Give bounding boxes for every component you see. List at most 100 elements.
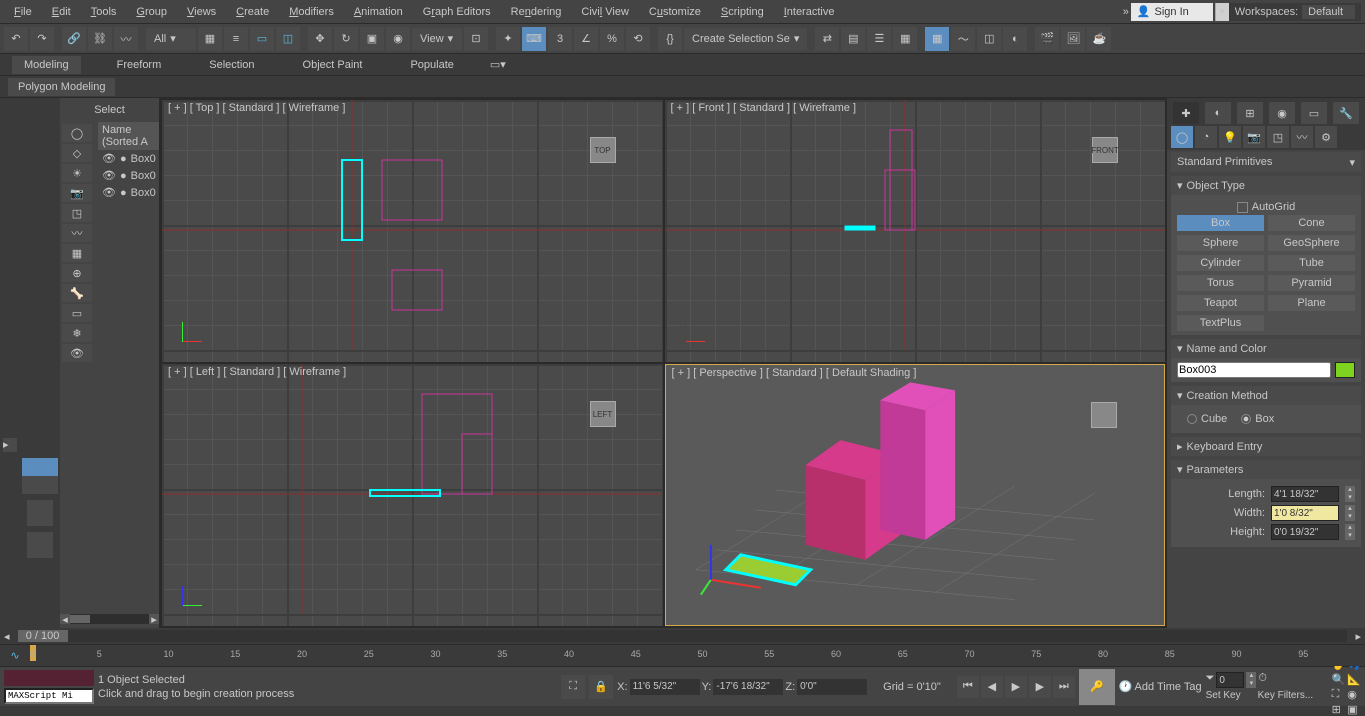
scroll-right-icon[interactable]: ▸ [149, 614, 159, 624]
viewport-swatch-1[interactable] [27, 500, 53, 526]
lock-button[interactable]: 🔒 [589, 675, 613, 699]
display-shapes-icon[interactable]: ◇ [62, 144, 92, 162]
freeze-icon[interactable]: ● [120, 153, 127, 165]
display-spacewarps-icon[interactable]: 〰 [62, 224, 92, 242]
creation-method-rollout[interactable]: ▾Creation Method [1171, 386, 1361, 405]
shapes-subtab[interactable]: ◔ [1195, 126, 1217, 148]
angle-snap-button[interactable]: ∠ [574, 27, 598, 51]
layers-button[interactable]: ☰ [867, 27, 891, 51]
parameters-rollout[interactable]: ▾Parameters [1171, 460, 1361, 479]
keyboard-entry-rollout[interactable]: ▸Keyboard Entry [1171, 437, 1361, 456]
undo-button[interactable]: ↶ [4, 27, 28, 51]
display-geometry-icon[interactable]: ◯ [62, 124, 92, 142]
add-time-tag[interactable]: Add Time Tag [1135, 681, 1202, 693]
workspaces-dropdown[interactable]: Default [1302, 5, 1355, 19]
length-input[interactable] [1271, 486, 1339, 502]
named-selection-sets[interactable]: Create Selection Se ▾ [684, 28, 807, 50]
list-item[interactable]: 👁●Box0 [98, 184, 159, 201]
unlink-button[interactable]: ⛓ [88, 27, 112, 51]
object-type-rollout[interactable]: ▾Object Type [1171, 176, 1361, 195]
visibility-icon[interactable]: 👁 [102, 169, 116, 182]
display-tab[interactable]: ▭ [1301, 102, 1327, 124]
display-cameras-icon[interactable]: 📷 [62, 184, 92, 202]
length-spinner[interactable]: ▴▾ [1345, 486, 1355, 502]
autogrid-checkbox[interactable] [1237, 202, 1248, 213]
select-object-button[interactable]: ▦ [198, 27, 222, 51]
ribbon-tab-selection[interactable]: Selection [197, 56, 266, 74]
orbit-button[interactable]: ◉ [1347, 688, 1361, 701]
display-bones-icon[interactable]: 🦴 [62, 284, 92, 302]
z-coord-input[interactable]: 0'0" [797, 679, 867, 695]
next-frame-button[interactable]: ▶ [1029, 676, 1051, 698]
menu-civil-view[interactable]: Civil View [571, 3, 639, 21]
display-frozen-icon[interactable]: ❄ [62, 324, 92, 342]
pyramid-button[interactable]: Pyramid [1268, 275, 1355, 291]
menu-views[interactable]: Views [177, 3, 226, 21]
time-ruler[interactable]: ∿ /*ticks injected below*/ 0510152025303… [0, 644, 1365, 666]
current-frame-input[interactable] [1216, 672, 1244, 688]
menu-more-icon[interactable]: » [1123, 6, 1129, 18]
box-radio[interactable]: Box [1241, 413, 1274, 425]
selection-filter[interactable]: All ▾ [146, 28, 196, 50]
cylinder-button[interactable]: Cylinder [1177, 255, 1264, 271]
lights-subtab[interactable]: 💡 [1219, 126, 1241, 148]
edit-selection-sets-button[interactable]: {} [658, 27, 682, 51]
render-button[interactable]: ☕ [1087, 27, 1111, 51]
mirror-button[interactable]: ⇄ [815, 27, 839, 51]
menu-interactive[interactable]: Interactive [774, 3, 845, 21]
create-tab[interactable]: ✚ [1173, 102, 1199, 124]
maxscript-input[interactable] [4, 688, 94, 704]
visibility-icon[interactable]: 👁 [102, 152, 116, 165]
menu-edit[interactable]: Edit [42, 3, 81, 21]
x-coord-input[interactable]: 11'6 5/32" [630, 679, 700, 695]
time-slider-thumb[interactable]: 0 / 100 [18, 630, 68, 642]
textplus-button[interactable]: TextPlus [1177, 315, 1264, 331]
y-coord-input[interactable]: -17'6 18/32" [713, 679, 783, 695]
rotate-button[interactable]: ↻ [334, 27, 358, 51]
list-item[interactable]: 👁●Box0 [98, 150, 159, 167]
viewport-top[interactable]: [ + ] [ Top ] [ Standard ] [ Wireframe ]… [162, 100, 663, 362]
polygon-modeling-panel[interactable]: Polygon Modeling [8, 78, 115, 96]
percent-snap-button[interactable]: % [600, 27, 624, 51]
pivot-center-button[interactable]: ⊡ [464, 27, 488, 51]
display-xrefs-icon[interactable]: ⊕ [62, 264, 92, 282]
viewport-swatch-2[interactable] [27, 532, 53, 558]
menu-file[interactable]: File [4, 3, 42, 21]
keyboard-shortcut-button[interactable]: ⌨ [522, 27, 546, 51]
menu-create[interactable]: Create [226, 3, 279, 21]
render-frame-button[interactable]: 🖼 [1061, 27, 1085, 51]
scale-button[interactable]: ▣ [360, 27, 384, 51]
name-color-rollout[interactable]: ▾Name and Color [1171, 339, 1361, 358]
teapot-button[interactable]: Teapot [1177, 295, 1264, 311]
zoom-extents-button[interactable]: ⛶ [1332, 688, 1346, 701]
scene-scrollbar[interactable]: ◂ ▸ [64, 614, 155, 624]
ribbon-tab-freeform[interactable]: Freeform [105, 56, 174, 74]
rail-expand-button[interactable]: ▸ [3, 438, 17, 452]
object-color-swatch[interactable] [1335, 362, 1355, 378]
display-groups-icon[interactable]: ▦ [62, 244, 92, 262]
schematic-view-button[interactable]: ◫ [977, 27, 1001, 51]
helpers-subtab[interactable]: ◳ [1267, 126, 1289, 148]
cameras-subtab[interactable]: 📷 [1243, 126, 1265, 148]
viewport-left[interactable]: [ + ] [ Left ] [ Standard ] [ Wireframe … [162, 364, 663, 626]
motion-tab[interactable]: ◉ [1269, 102, 1295, 124]
geosphere-button[interactable]: GeoSphere [1268, 235, 1355, 251]
ribbon-tab-modeling[interactable]: Modeling [12, 56, 81, 74]
signin-dropdown[interactable]: ▾ [1215, 3, 1229, 21]
display-helpers-icon[interactable]: ◳ [62, 204, 92, 222]
scroll-left-icon[interactable]: ◂ [60, 614, 70, 624]
viewport-perspective[interactable]: [ + ] [ Perspective ] [ Standard ] [ Def… [665, 364, 1166, 626]
render-setup-button[interactable]: 🎬 [1035, 27, 1059, 51]
ribbon-toggle-icon[interactable]: ▭▾ [490, 58, 506, 71]
snap-toggle-button[interactable]: 3 [548, 27, 572, 51]
cube-radio[interactable]: Cube [1187, 413, 1227, 425]
menu-scripting[interactable]: Scripting [711, 3, 774, 21]
spacewarps-subtab[interactable]: 〰 [1291, 126, 1313, 148]
height-spinner[interactable]: ▴▾ [1345, 524, 1355, 540]
link-button[interactable]: 🔗 [62, 27, 86, 51]
fov-button[interactable]: 📐 [1347, 673, 1361, 686]
list-item[interactable]: 👁●Box0 [98, 167, 159, 184]
placement-button[interactable]: ◉ [386, 27, 410, 51]
align-button[interactable]: ▤ [841, 27, 865, 51]
spinner-snap-button[interactable]: ⟲ [626, 27, 650, 51]
